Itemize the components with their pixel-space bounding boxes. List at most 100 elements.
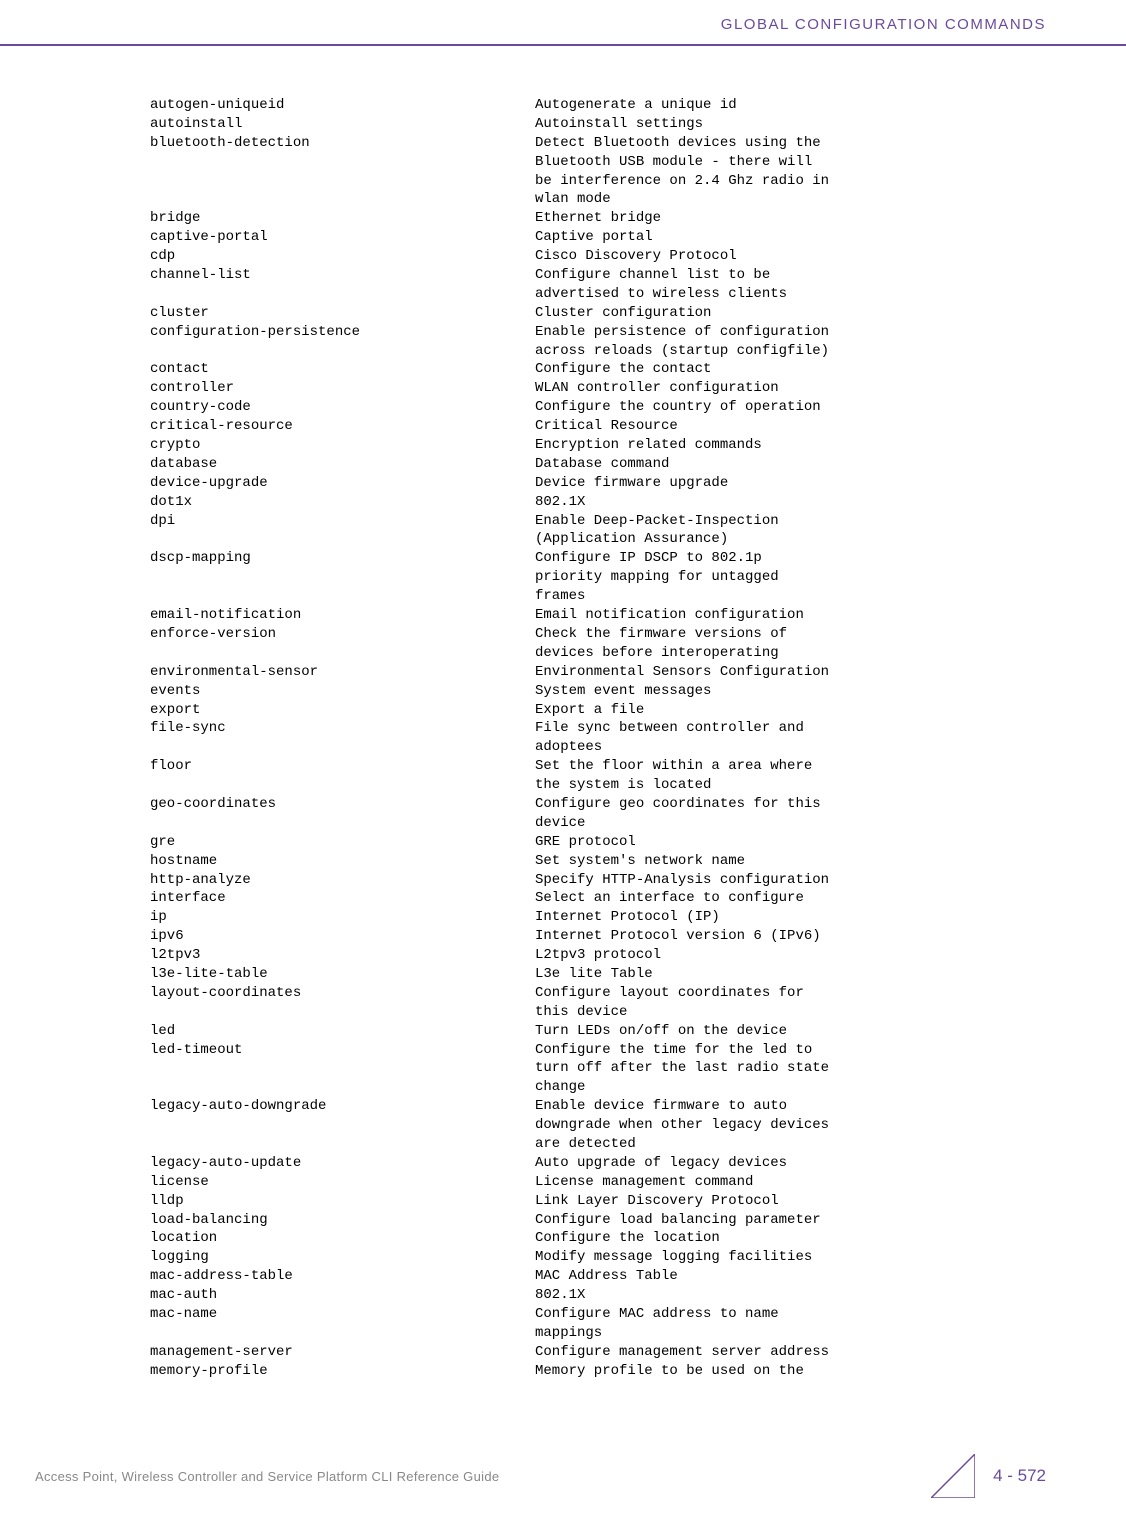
command-name: critical-resource [150,417,535,436]
command-name [150,1135,535,1154]
command-name: l2tpv3 [150,946,535,965]
command-description: Ethernet bridge [535,209,661,228]
command-name [150,190,535,209]
command-description: Configure geo coordinates for this [535,795,821,814]
command-description: Autogenerate a unique id [535,96,737,115]
command-row: legacy-auto-downgradeEnable device firmw… [150,1097,1051,1116]
command-name: cluster [150,304,535,323]
command-name: led-timeout [150,1041,535,1060]
command-name: gre [150,833,535,852]
command-description: Set system's network name [535,852,745,871]
command-description: Bluetooth USB module - there will [535,153,812,172]
command-description: Detect Bluetooth devices using the [535,134,821,153]
command-description: Auto upgrade of legacy devices [535,1154,787,1173]
command-name: interface [150,889,535,908]
command-description: Encryption related commands [535,436,762,455]
command-name: database [150,455,535,474]
command-name: geo-coordinates [150,795,535,814]
command-name: bluetooth-detection [150,134,535,153]
command-description: Specify HTTP-Analysis configuration [535,871,829,890]
command-name [150,814,535,833]
command-row: hostnameSet system's network name [150,852,1051,871]
command-description: Enable persistence of configuration [535,323,829,342]
command-row: layout-coordinatesConfigure layout coord… [150,984,1051,1003]
command-row: enforce-versionCheck the firmware versio… [150,625,1051,644]
command-name: dpi [150,512,535,531]
page-header: GLOBAL CONFIGURATION COMMANDS [0,0,1126,46]
command-row: cryptoEncryption related commands [150,436,1051,455]
command-name: ipv6 [150,927,535,946]
command-row: configuration-persistenceEnable persiste… [150,323,1051,342]
command-name [150,1059,535,1078]
command-description: Configure MAC address to name [535,1305,779,1324]
command-name [150,1116,535,1135]
command-description: Configure the country of operation [535,398,821,417]
command-name: channel-list [150,266,535,285]
command-name: memory-profile [150,1362,535,1381]
command-name [150,1003,535,1022]
command-row: downgrade when other legacy devices [150,1116,1051,1135]
command-list: autogen-uniqueidAutogenerate a unique id… [150,96,1051,1381]
command-description: MAC Address Table [535,1267,678,1286]
command-row: licenseLicense management command [150,1173,1051,1192]
command-row: device-upgradeDevice firmware upgrade [150,474,1051,493]
command-description: this device [535,1003,627,1022]
command-row: ipInternet Protocol (IP) [150,908,1051,927]
command-name [150,1324,535,1343]
command-row: controllerWLAN controller configuration [150,379,1051,398]
command-row: ipv6Internet Protocol version 6 (IPv6) [150,927,1051,946]
command-row: adoptees [150,738,1051,757]
command-row: critical-resourceCritical Resource [150,417,1051,436]
command-name: controller [150,379,535,398]
command-row: file-syncFile sync between controller an… [150,719,1051,738]
command-row: wlan mode [150,190,1051,209]
command-description: Device firmware upgrade [535,474,728,493]
command-name: device-upgrade [150,474,535,493]
command-row: mac-nameConfigure MAC address to name [150,1305,1051,1324]
command-description: frames [535,587,585,606]
command-name: configuration-persistence [150,323,535,342]
command-row: led-timeoutConfigure the time for the le… [150,1041,1051,1060]
command-row: devices before interoperating [150,644,1051,663]
command-name: autoinstall [150,115,535,134]
command-row: eventsSystem event messages [150,682,1051,701]
command-row: geo-coordinatesConfigure geo coordinates… [150,795,1051,814]
command-name: ip [150,908,535,927]
command-row: contactConfigure the contact [150,360,1051,379]
command-description: Configure load balancing parameter [535,1211,821,1230]
command-name: logging [150,1248,535,1267]
command-row: the system is located [150,776,1051,795]
command-name [150,342,535,361]
command-row: dot1x802.1X [150,493,1051,512]
command-description: be interference on 2.4 Ghz radio in [535,172,829,191]
command-row: autogen-uniqueidAutogenerate a unique id [150,96,1051,115]
command-row: priority mapping for untagged [150,568,1051,587]
command-row: be interference on 2.4 Ghz radio in [150,172,1051,191]
command-row: mappings [150,1324,1051,1343]
page-number: 4 - 572 [993,1466,1046,1486]
command-row: legacy-auto-updateAuto upgrade of legacy… [150,1154,1051,1173]
command-description: Configure management server address [535,1343,829,1362]
command-row: dscp-mappingConfigure IP DSCP to 802.1p [150,549,1051,568]
command-name: mac-name [150,1305,535,1324]
command-description: Captive portal [535,228,653,247]
command-name: environmental-sensor [150,663,535,682]
command-name: management-server [150,1343,535,1362]
command-description: WLAN controller configuration [535,379,779,398]
command-name: license [150,1173,535,1192]
command-description: device [535,814,585,833]
command-description: the system is located [535,776,711,795]
command-description: Configure the location [535,1229,720,1248]
command-row: this device [150,1003,1051,1022]
command-row: management-serverConfigure management se… [150,1343,1051,1362]
command-description: Turn LEDs on/off on the device [535,1022,787,1041]
command-name: led [150,1022,535,1041]
command-row: memory-profileMemory profile to be used … [150,1362,1051,1381]
command-row: ledTurn LEDs on/off on the device [150,1022,1051,1041]
command-row: clusterCluster configuration [150,304,1051,323]
command-row: load-balancingConfigure load balancing p… [150,1211,1051,1230]
command-description: adoptees [535,738,602,757]
command-description: Enable Deep-Packet-Inspection [535,512,779,531]
command-description: devices before interoperating [535,644,779,663]
command-description: Environmental Sensors Configuration [535,663,829,682]
